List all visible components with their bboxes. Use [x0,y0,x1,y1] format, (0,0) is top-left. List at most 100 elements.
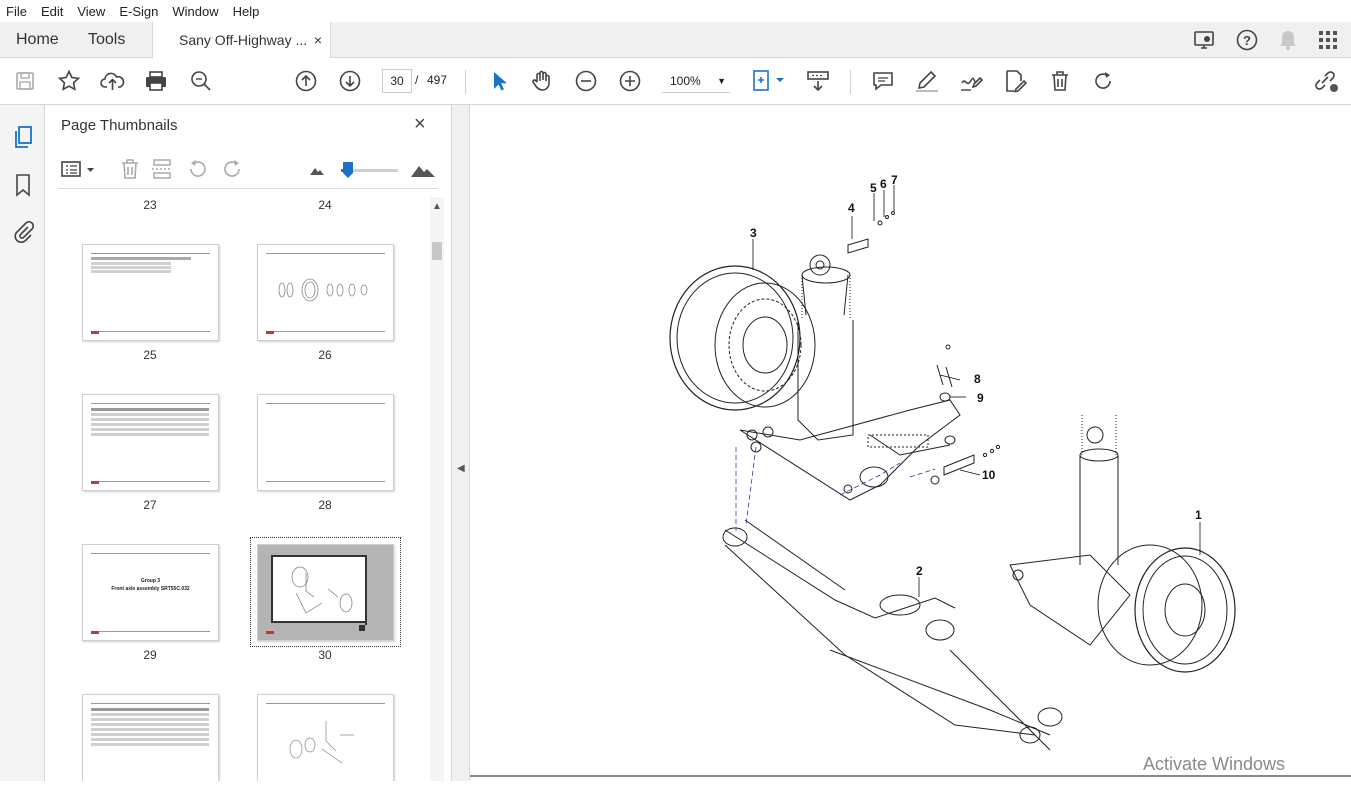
activate-windows-watermark: Activate Windows [1143,754,1286,774]
svg-text:?: ? [1243,33,1251,48]
trash-icon[interactable] [118,157,142,181]
comment-icon[interactable] [870,68,896,94]
callout-5: 5 [870,181,877,195]
callout-3: 3 [750,226,757,240]
tab-home[interactable]: Home [16,22,59,58]
thumbnail-page-25[interactable] [82,244,219,341]
divider [465,70,466,94]
star-icon[interactable] [56,68,82,94]
thumbnail-page-28[interactable] [257,394,394,491]
panel-title: Page Thumbnails [61,117,178,134]
large-mountain-icon[interactable] [410,159,436,179]
insert-page-icon[interactable] [150,157,174,181]
panel-splitter[interactable]: ◀ [452,105,470,781]
thumbnail-page-27[interactable] [82,394,219,491]
zoom-in-icon[interactable] [617,68,643,94]
apps-grid-icon[interactable] [1317,29,1339,51]
callout-1: 1 [1195,508,1202,522]
page-label-25: 25 [143,348,157,362]
callout-7: 7 [891,173,898,187]
close-tab-icon[interactable]: × [314,22,322,58]
bookmark-icon[interactable] [13,173,33,197]
thumbnail-page-29[interactable]: Group 3 Front axle assembly SRT55C.032 [82,544,219,641]
rotate-icon[interactable] [1090,68,1116,94]
thumbnail-page-31[interactable] [82,694,219,781]
page-label-26: 26 [318,348,332,362]
fit-page-icon[interactable] [750,68,786,94]
callout-10: 10 [982,468,996,482]
page-thumbnails-icon[interactable] [12,125,34,149]
thumbnail-page-32[interactable] [257,694,394,781]
collapse-panel-icon[interactable]: ◀ [457,463,465,474]
callout-9: 9 [977,391,984,405]
edit-icon[interactable] [1002,68,1028,94]
share-screen-icon[interactable] [1193,29,1217,51]
thumbnails-panel: Page Thumbnails × 23 24 25 26 27 28 Grou… [46,105,452,781]
notification-bell-icon[interactable] [1277,28,1299,52]
page-label-24: 24 [318,198,332,212]
page-label-28: 28 [318,498,332,512]
document-view: 1 2 3 4 5 6 7 8 9 10 [470,105,1351,781]
chevron-down-icon: ▼ [717,76,726,86]
tab-tools[interactable]: Tools [88,22,125,58]
attachment-icon[interactable] [12,219,34,243]
thumbnails-scrollbar[interactable]: ▲ [430,197,444,781]
divider [850,70,851,94]
scroll-up-icon[interactable]: ▲ [432,201,442,212]
left-rail [0,105,45,781]
share-link-icon[interactable] [1312,68,1338,94]
upload-icon[interactable] [100,68,126,94]
search-zoom-icon[interactable] [188,68,214,94]
close-panel-icon[interactable]: × [414,113,426,136]
callout-8: 8 [974,372,981,386]
slider-handle[interactable] [342,161,354,179]
scroll-mode-icon[interactable] [805,68,831,94]
thumbnail-group-title: Group 3 [140,578,161,584]
menu-esign[interactable]: E-Sign [113,4,166,19]
thumbnail-page-26[interactable] [257,244,394,341]
options-menu-icon[interactable] [60,159,96,181]
help-icon[interactable]: ? [1235,28,1259,52]
small-mountain-icon[interactable] [308,163,326,177]
arrow-down-icon[interactable] [337,68,363,94]
main-toolbar: 30 / 497 100% ▼ [0,58,1351,105]
page-separator: / [415,73,419,87]
cursor-icon[interactable] [486,68,512,94]
page-number-input[interactable]: 30 [382,69,412,93]
thumbnail-group-subtitle: Front axle assembly SRT55C.032 [111,586,190,592]
print-icon[interactable] [143,68,169,94]
page-label-27: 27 [143,498,157,512]
top-right-icons: ? [1193,22,1339,58]
callout-2: 2 [916,564,923,578]
menu-file[interactable]: File [0,4,35,19]
page-label-30: 30 [318,648,332,662]
menu-bar: File Edit View E-Sign Window Help [0,0,1351,22]
panel-toolbar [58,149,438,189]
arrow-up-icon[interactable] [293,68,319,94]
menu-view[interactable]: View [71,4,113,19]
sign-icon[interactable] [958,68,984,94]
exploded-axle-drawing: 1 2 3 4 5 6 7 8 9 10 [470,173,1351,777]
zoom-out-icon[interactable] [573,68,599,94]
hand-icon[interactable] [529,68,555,94]
trash-icon[interactable] [1047,68,1073,94]
thumbnail-page-30[interactable] [257,544,394,641]
menu-window[interactable]: Window [166,4,226,19]
rotate-left-icon[interactable] [186,157,210,181]
zoom-select[interactable]: 100% ▼ [662,69,730,93]
thumbnails-list: 23 24 25 26 27 28 Group 3 Front axle ass… [56,193,430,781]
callout-4: 4 [848,201,855,215]
highlight-icon[interactable] [914,68,940,94]
zoom-value: 100% [670,74,701,88]
rotate-right-icon[interactable] [220,157,244,181]
save-icon[interactable] [12,68,38,94]
total-pages: 497 [427,73,448,87]
tab-document[interactable]: Sany Off-Highway ... × [152,22,331,59]
tab-bar: Home Tools Sany Off-Highway ... × ? [0,22,1351,59]
callout-6: 6 [880,177,887,191]
tab-document-label: Sany Off-Highway ... [179,32,308,48]
menu-edit[interactable]: Edit [35,4,71,19]
page-label-23: 23 [143,198,157,212]
menu-help[interactable]: Help [227,4,268,19]
scrollbar-thumb[interactable] [432,242,442,260]
